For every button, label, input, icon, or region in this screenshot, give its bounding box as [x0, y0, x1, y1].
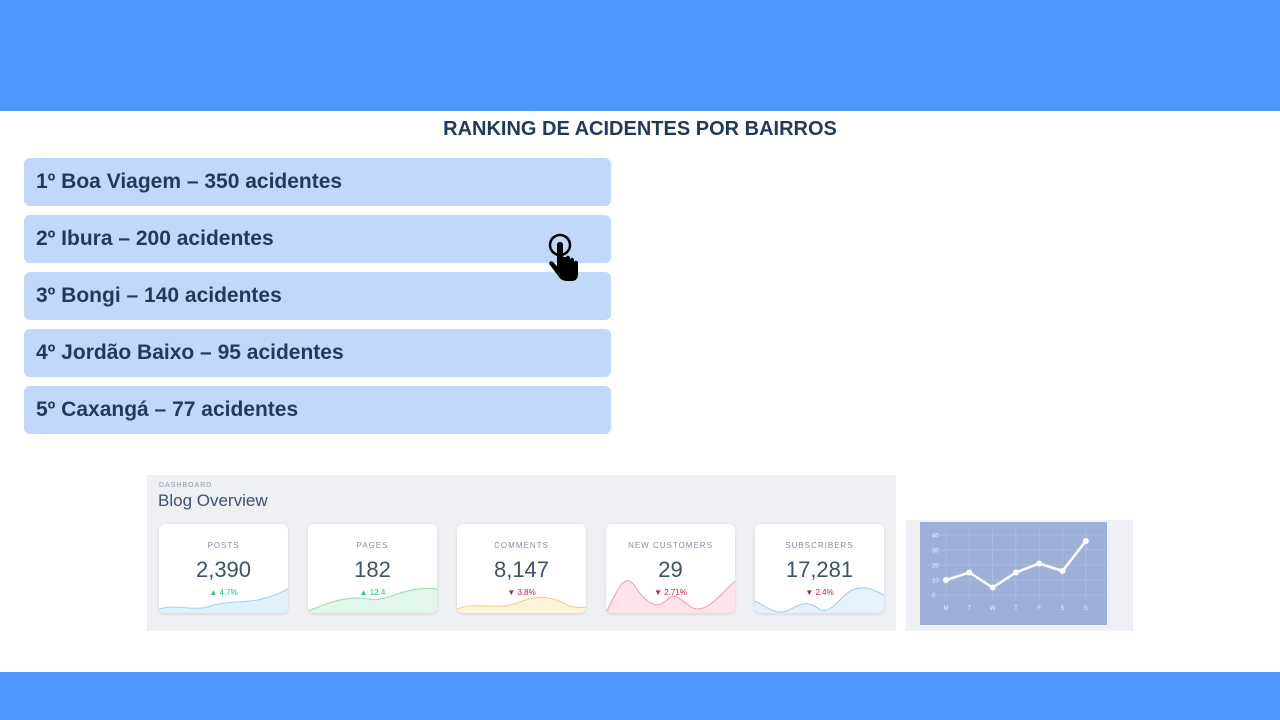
x-tick-label: T — [1014, 606, 1018, 612]
sparkline — [755, 587, 884, 613]
hand-pointer-icon — [542, 232, 582, 286]
line-chart-svg: 010203040 MTWTFSS — [920, 522, 1107, 625]
sparkline — [159, 588, 288, 613]
ranking-item-3[interactable]: 3º Bongi – 140 acidentes — [24, 272, 611, 320]
weekly-line-chart: 0 10 20 30 40 MTWTFSS — [906, 520, 1133, 631]
stat-card-new-customers[interactable]: NEW CUSTOMERS 29 ▼ 2.71% — [606, 524, 735, 613]
stat-label: NEW CUSTOMERS — [628, 541, 713, 550]
data-point — [1036, 560, 1043, 567]
sparkline — [606, 580, 735, 613]
dashboard-kicker: DASHBOARD — [159, 482, 213, 489]
y-tick-label: 10 — [932, 579, 939, 585]
stat-card-comments[interactable]: COMMENTS 8,147 ▼ 3.8% — [457, 524, 586, 613]
blog-overview-dashboard: DASHBOARD Blog Overview POSTS 2,390 ▲ 4.… — [147, 475, 896, 631]
stat-card-pages[interactable]: PAGES 182 ▲ 12.4 — [308, 524, 437, 613]
data-point — [966, 569, 973, 576]
ranking-item-1[interactable]: 1º Boa Viagem – 350 acidentes — [24, 158, 611, 206]
ranking-item-2[interactable]: 2º Ibura – 200 acidentes — [24, 215, 611, 263]
stat-card-posts[interactable]: POSTS 2,390 ▲ 4.7% — [159, 524, 288, 613]
sparkline — [457, 596, 586, 613]
ranking-item-4[interactable]: 4º Jordão Baixo – 95 acidentes — [24, 329, 611, 377]
x-tick-label: W — [990, 606, 996, 612]
stat-label: POSTS — [207, 541, 240, 550]
dashboard-title: Blog Overview — [158, 491, 268, 510]
stat-card-subscribers[interactable]: SUBSCRIBERS 17,281 ▼ 2.4% — [755, 524, 884, 613]
data-point — [943, 577, 949, 583]
stat-label: PAGES — [356, 541, 389, 550]
y-tick-label: 40 — [932, 534, 939, 540]
x-tick-label: S — [1060, 606, 1064, 612]
stat-label: SUBSCRIBERS — [785, 541, 854, 550]
ranking-item-5[interactable]: 5º Caxangá – 77 acidentes — [24, 386, 611, 434]
y-tick-label: 20 — [932, 564, 939, 570]
x-tick-label: S — [1084, 606, 1088, 612]
data-point — [1059, 568, 1066, 574]
x-tick-label: F — [1037, 606, 1041, 612]
top-banner — [0, 0, 1280, 111]
data-point — [989, 584, 996, 591]
sparkline — [308, 587, 437, 613]
stat-label: COMMENTS — [494, 541, 549, 550]
x-tick-label: M — [944, 606, 949, 612]
x-tick-label: T — [967, 606, 971, 612]
data-point — [1012, 569, 1019, 576]
bottom-banner — [0, 672, 1280, 720]
y-tick-label: 30 — [932, 549, 939, 555]
page-title: RANKING DE ACIDENTES POR BAIRROS — [443, 118, 837, 140]
data-point — [1082, 538, 1089, 544]
